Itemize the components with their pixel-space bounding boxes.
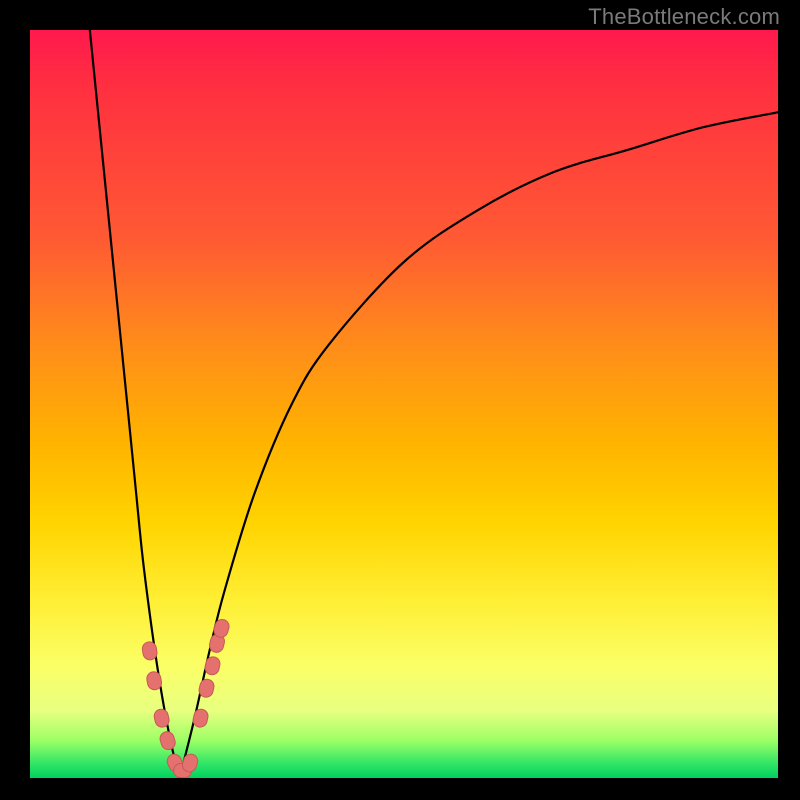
curve-left-branch: [90, 30, 180, 778]
curve-layer: [30, 30, 778, 778]
bead-marker: [192, 708, 210, 729]
bead-marker: [204, 655, 222, 676]
bead-marker: [158, 730, 177, 751]
chart-frame: TheBottleneck.com: [0, 0, 800, 800]
watermark-text: TheBottleneck.com: [588, 4, 780, 30]
curve-right-branch: [180, 112, 778, 778]
plot-area: [30, 30, 778, 778]
v-curve: [90, 30, 778, 778]
bead-marker: [141, 641, 158, 661]
